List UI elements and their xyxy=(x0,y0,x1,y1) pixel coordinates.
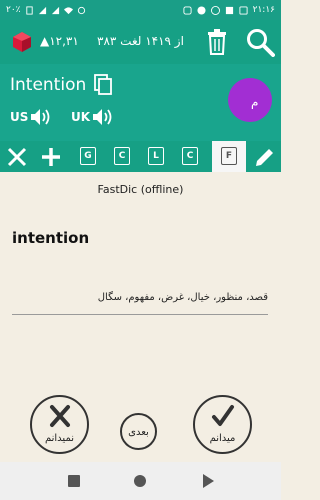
wifi-icon xyxy=(63,6,73,14)
uk-pronunciation-button[interactable]: UK xyxy=(71,108,114,126)
search-icon[interactable] xyxy=(245,27,275,57)
dictionary-entry: intention xyxy=(12,229,90,247)
recents-icon[interactable] xyxy=(68,475,80,487)
edit-icon[interactable] xyxy=(253,145,275,169)
word-title: Intention xyxy=(10,75,87,95)
dictionary-source: FastDic (offline) xyxy=(97,183,184,196)
home-icon[interactable] xyxy=(134,475,146,487)
score-counter: ▲۱۲,۳۱ xyxy=(40,34,79,48)
linkedin-icon xyxy=(239,5,248,15)
app-icon xyxy=(225,6,233,14)
add-icon[interactable] xyxy=(40,145,62,169)
messenger-icon xyxy=(210,5,220,15)
know-label: میدانم xyxy=(209,433,236,444)
know-button[interactable]: میدانم xyxy=(193,395,252,454)
next-button[interactable]: بعدی xyxy=(120,413,157,450)
alarm-icon xyxy=(77,6,85,14)
speaker-icon xyxy=(93,109,112,125)
divider xyxy=(12,314,268,315)
speaker-icon xyxy=(31,109,50,125)
action-toolbar: G C L C F xyxy=(0,141,281,172)
trash-icon[interactable] xyxy=(206,29,228,55)
us-pronunciation-button[interactable]: US xyxy=(10,108,52,126)
battery-icon xyxy=(25,5,33,15)
filter-f-button[interactable]: F xyxy=(221,147,237,165)
uk-label: UK xyxy=(71,110,91,124)
clock: ۲۱:۱۶ xyxy=(252,5,275,15)
next-label: بعدی xyxy=(128,427,149,438)
word-panel: Intention US UK م xyxy=(0,64,281,141)
pinterest-icon xyxy=(197,5,206,15)
us-label: US xyxy=(10,110,29,124)
filter-g-button[interactable]: G xyxy=(80,147,96,165)
status-bar: ۲۰٪ ۲۱:۱۶ xyxy=(0,0,281,20)
dont-know-button[interactable]: نمیدانم xyxy=(30,395,89,454)
top-bar: ▲۱۲,۳۱ ۳۸۳ از ۱۴۱۹ لغت xyxy=(0,20,281,64)
avatar[interactable]: م xyxy=(228,78,272,122)
progress-text: ۳۸۳ از ۱۴۱۹ لغت xyxy=(97,34,184,48)
filter-f-tab[interactable]: F xyxy=(212,141,246,172)
dont-know-label: نمیدانم xyxy=(44,433,75,444)
close-icon[interactable] xyxy=(6,145,28,169)
back-icon[interactable] xyxy=(203,474,214,488)
dictionary-meaning: قصد، منظور، خیال، غرض، مفهوم، سگال xyxy=(97,292,268,303)
checkmark-icon xyxy=(211,405,234,426)
x-mark-icon xyxy=(49,405,70,427)
battery-percent: ۲۰٪ xyxy=(6,5,21,15)
ruby-icon[interactable] xyxy=(10,30,34,54)
signal-icon xyxy=(38,6,46,14)
copy-icon[interactable] xyxy=(94,74,112,96)
system-nav-bar xyxy=(0,462,281,500)
filter-l-button[interactable]: L xyxy=(148,147,164,165)
filter-c-button[interactable]: C xyxy=(114,147,130,165)
notification-icon xyxy=(183,5,192,15)
avatar-letter: م xyxy=(251,95,259,109)
signal-icon-2 xyxy=(51,6,59,14)
filter-c2-button[interactable]: C xyxy=(182,147,198,165)
